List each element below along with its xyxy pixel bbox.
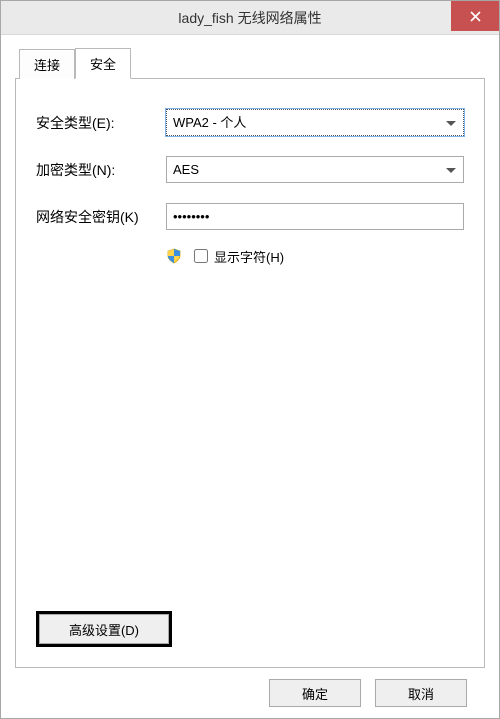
show-chars-label: 显示字符(H) bbox=[214, 247, 284, 266]
show-chars-checkbox[interactable] bbox=[194, 249, 208, 263]
dialog-window: lady_fish 无线网络属性 连接 安全 安全类型(E): WPA2 - 个… bbox=[0, 0, 500, 719]
advanced-button-highlight: 高级设置(D) bbox=[36, 611, 172, 647]
encryption-type-row: 加密类型(N): AES bbox=[36, 156, 464, 183]
close-button[interactable] bbox=[451, 1, 499, 31]
cancel-button[interactable]: 取消 bbox=[375, 679, 467, 707]
dialog-body: 连接 安全 安全类型(E): WPA2 - 个人 加密类型(N): AES bbox=[1, 35, 499, 718]
encryption-type-control: AES bbox=[166, 156, 464, 183]
security-type-row: 安全类型(E): WPA2 - 个人 bbox=[36, 109, 464, 136]
advanced-settings-button[interactable]: 高级设置(D) bbox=[39, 614, 169, 644]
security-type-control: WPA2 - 个人 bbox=[166, 109, 464, 136]
security-panel: 安全类型(E): WPA2 - 个人 加密类型(N): AES 网络安全密钥(K… bbox=[15, 79, 485, 668]
encryption-type-label: 加密类型(N): bbox=[36, 160, 166, 180]
security-type-label: 安全类型(E): bbox=[36, 113, 166, 133]
window-title: lady_fish 无线网络属性 bbox=[1, 8, 499, 28]
ok-button[interactable]: 确定 bbox=[269, 679, 361, 707]
tab-security[interactable]: 安全 bbox=[75, 48, 131, 79]
network-key-control bbox=[166, 203, 464, 230]
dialog-footer: 确定 取消 bbox=[15, 668, 485, 718]
titlebar: lady_fish 无线网络属性 bbox=[1, 1, 499, 35]
show-chars-row: 显示字符(H) bbox=[166, 246, 464, 266]
shield-icon bbox=[166, 248, 182, 264]
security-type-select[interactable]: WPA2 - 个人 bbox=[166, 109, 464, 136]
network-key-label: 网络安全密钥(K) bbox=[36, 207, 166, 227]
tab-connect[interactable]: 连接 bbox=[19, 49, 75, 79]
network-key-input[interactable] bbox=[166, 203, 464, 230]
encryption-type-select[interactable]: AES bbox=[166, 156, 464, 183]
network-key-row: 网络安全密钥(K) bbox=[36, 203, 464, 230]
tab-strip: 连接 安全 bbox=[15, 49, 485, 79]
close-icon bbox=[470, 11, 481, 22]
